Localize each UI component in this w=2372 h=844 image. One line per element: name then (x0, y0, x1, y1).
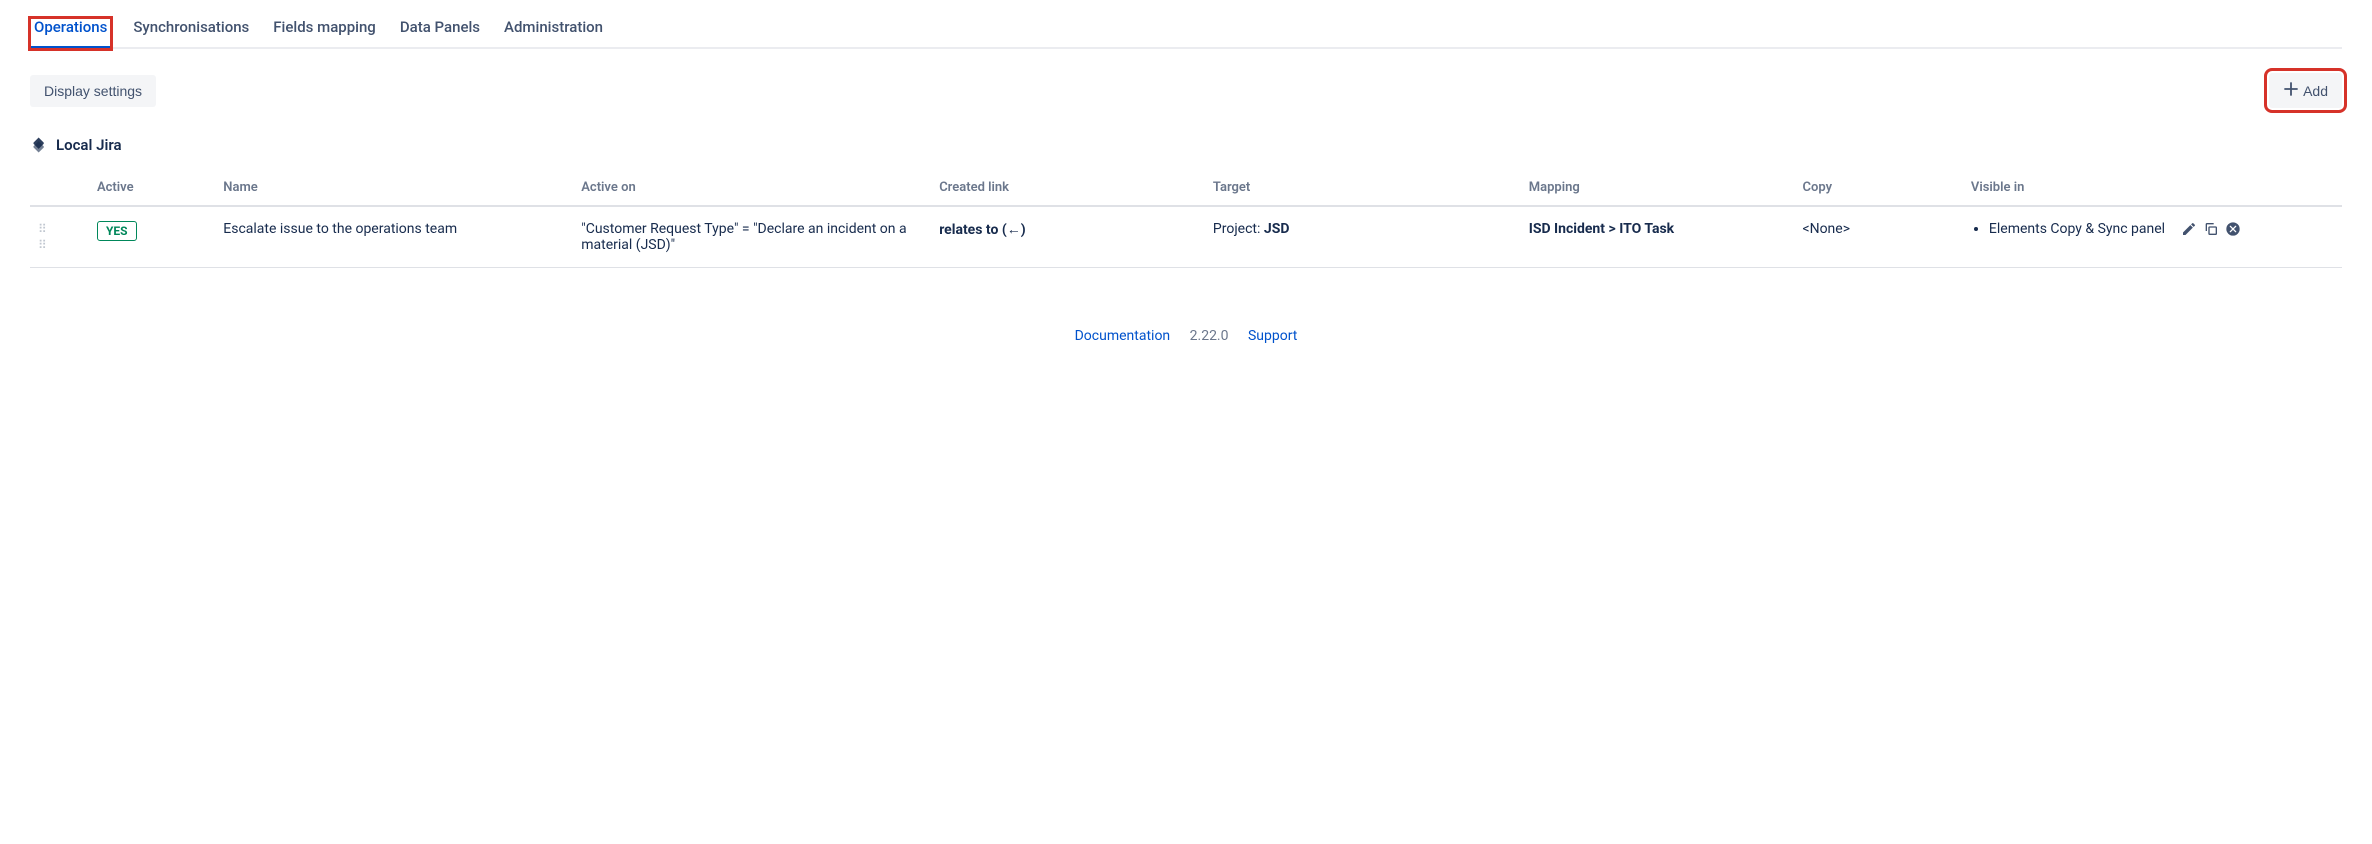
table-row: ⠿⠿ YES Escalate issue to the operations … (30, 206, 2342, 268)
display-settings-button[interactable]: Display settings (30, 75, 156, 107)
cell-target: Project: JSD (1205, 206, 1521, 268)
documentation-link[interactable]: Documentation (1075, 328, 1171, 344)
target-prefix: Project: (1213, 221, 1264, 237)
copy-icon[interactable] (2203, 221, 2219, 237)
tab-operations[interactable]: Operations (30, 18, 111, 49)
tab-synchronisations[interactable]: Synchronisations (131, 18, 251, 49)
col-header-created-link: Created link (931, 170, 1205, 206)
plus-icon (2283, 81, 2299, 100)
section-title: Local Jira (56, 136, 122, 154)
cell-visible-in: Elements Copy & Sync panel (1963, 206, 2174, 268)
section-header: Local Jira (30, 108, 2342, 170)
tab-bar: Operations Synchronisations Fields mappi… (30, 0, 2342, 49)
cell-copy: <None> (1794, 206, 1962, 268)
col-header-active: Active (89, 170, 215, 206)
cell-mapping: ISD Incident > ITO Task (1521, 206, 1795, 268)
add-button[interactable]: Add (2269, 73, 2342, 108)
target-value: JSD (1264, 221, 1290, 237)
version-label: 2.22.0 (1190, 328, 1229, 344)
col-header-target: Target (1205, 170, 1521, 206)
col-header-copy: Copy (1794, 170, 1962, 206)
col-header-name: Name (215, 170, 573, 206)
operations-table: Active Name Active on Created link Targe… (30, 170, 2342, 268)
table-header-row: Active Name Active on Created link Targe… (30, 170, 2342, 206)
visible-item: Elements Copy & Sync panel (1989, 221, 2166, 237)
cell-active-on: "Customer Request Type" = "Declare an in… (573, 206, 931, 268)
delete-icon[interactable] (2225, 221, 2241, 237)
add-button-label: Add (2303, 83, 2328, 99)
footer: Documentation 2.22.0 Support (30, 268, 2342, 364)
support-link[interactable]: Support (1248, 328, 1297, 344)
tab-data-panels[interactable]: Data Panels (398, 18, 482, 49)
col-header-mapping: Mapping (1521, 170, 1795, 206)
col-header-active-on: Active on (573, 170, 931, 206)
edit-icon[interactable] (2181, 221, 2197, 237)
cell-created-link: relates to (←) (931, 206, 1205, 268)
cell-name: Escalate issue to the operations team (215, 206, 573, 268)
toolbar: Display settings Add (30, 49, 2342, 108)
jira-icon (30, 136, 48, 154)
col-header-visible-in: Visible in (1963, 170, 2174, 206)
tab-fields-mapping[interactable]: Fields mapping (271, 18, 378, 49)
active-badge: YES (97, 221, 137, 241)
drag-handle-icon[interactable]: ⠿⠿ (38, 222, 48, 252)
tab-administration[interactable]: Administration (502, 18, 605, 49)
